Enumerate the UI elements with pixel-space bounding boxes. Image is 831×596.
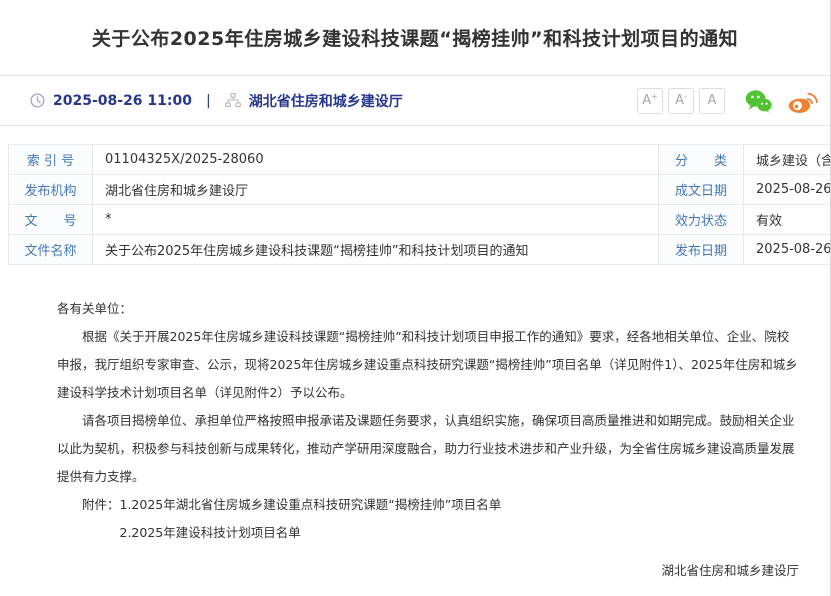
field-label-publish-date: 发布日期 — [659, 235, 744, 265]
meta-bar: 2025-08-26 11:00 | 湖北省住房和城乡建设厅 A+ A- A — [0, 76, 830, 125]
publish-datetime: 2025-08-26 11:00 — [53, 93, 192, 109]
meta-info: 2025-08-26 11:00 | 湖北省住房和城乡建设厅 — [30, 91, 403, 111]
field-value-doc-title: 关于公布2025年住房城乡建设科技课题“揭榜挂帅”和科技计划项目的通知 — [93, 235, 659, 265]
field-value-written-date: 2025-08-26 — [744, 175, 831, 205]
field-label-doc-number: 文 号 — [9, 205, 93, 235]
meta-separator: | — [206, 93, 211, 109]
meta-actions: A+ A- A — [632, 88, 818, 114]
sitemap-icon — [225, 93, 241, 108]
document-body: 各有关单位： 根据《关于开展2025年住房城乡建设科技课题“揭榜挂帅”和科技计划… — [0, 265, 830, 596]
clock-icon — [30, 93, 45, 108]
field-value-issuing-agency: 湖北省住房和城乡建设厅 — [93, 175, 659, 205]
font-size-decrease-button[interactable]: A- — [668, 88, 694, 114]
field-value-index-number: 01104325X/2025-28060 — [93, 145, 659, 175]
title-section: 关于公布2025年住房城乡建设科技课题“揭榜挂帅”和科技计划项目的通知 — [0, 0, 830, 75]
field-value-doc-number: * — [93, 205, 659, 235]
source-agency-link[interactable]: 湖北省住房和城乡建设厅 — [249, 91, 403, 111]
field-label-index-number: 索 引 号 — [9, 145, 93, 175]
document-info-table: 索 引 号 01104325X/2025-28060 分 类 城乡建设（含住房）… — [8, 144, 831, 265]
field-label-written-date: 成文日期 — [659, 175, 744, 205]
table-row: 文 号 * 效力状态 有效 — [9, 205, 831, 235]
table-row: 发布机构 湖北省住房和城乡建设厅 成文日期 2025-08-26 — [9, 175, 831, 205]
table-row: 文件名称 关于公布2025年住房城乡建设科技课题“揭榜挂帅”和科技计划项目的通知… — [9, 235, 831, 265]
field-label-category: 分 类 — [659, 145, 744, 175]
page-title: 关于公布2025年住房城乡建设科技课题“揭榜挂帅”和科技计划项目的通知 — [92, 24, 738, 51]
paragraph-1: 根据《关于开展2025年住房城乡建设科技课题“揭榜挂帅”和科技计划项目申报工作的… — [57, 323, 799, 407]
field-value-category: 城乡建设（含住房） — [744, 145, 831, 175]
attachment-line-1: 附件：1.2025年湖北省住房城乡建设重点科技研究课题“揭榜挂帅”项目名单 — [57, 491, 799, 519]
field-label-validity: 效力状态 — [659, 205, 744, 235]
font-size-increase-button[interactable]: A+ — [637, 88, 663, 114]
field-label-issuing-agency: 发布机构 — [9, 175, 93, 205]
weibo-share-icon[interactable] — [788, 88, 818, 114]
signature-agency: 湖北省住房和城乡建设厅 — [57, 557, 799, 585]
article-page: 关于公布2025年住房城乡建设科技课题“揭榜挂帅”和科技计划项目的通知 2025… — [0, 0, 831, 596]
attachment-line-2: 2.2025年建设科技计划项目名单 — [57, 519, 799, 547]
field-label-doc-title: 文件名称 — [9, 235, 93, 265]
salutation: 各有关单位： — [57, 295, 799, 323]
wechat-share-icon[interactable] — [745, 89, 772, 113]
field-value-validity: 有效 — [744, 205, 831, 235]
table-row: 索 引 号 01104325X/2025-28060 分 类 城乡建设（含住房） — [9, 145, 831, 175]
field-value-publish-date: 2025-08-26 — [744, 235, 831, 265]
divider-meta — [0, 125, 830, 126]
font-size-reset-button[interactable]: A — [699, 88, 725, 114]
paragraph-2: 请各项目揭榜单位、承担单位严格按照申报承诺及课题任务要求，认真组织实施，确保项目… — [57, 407, 799, 491]
